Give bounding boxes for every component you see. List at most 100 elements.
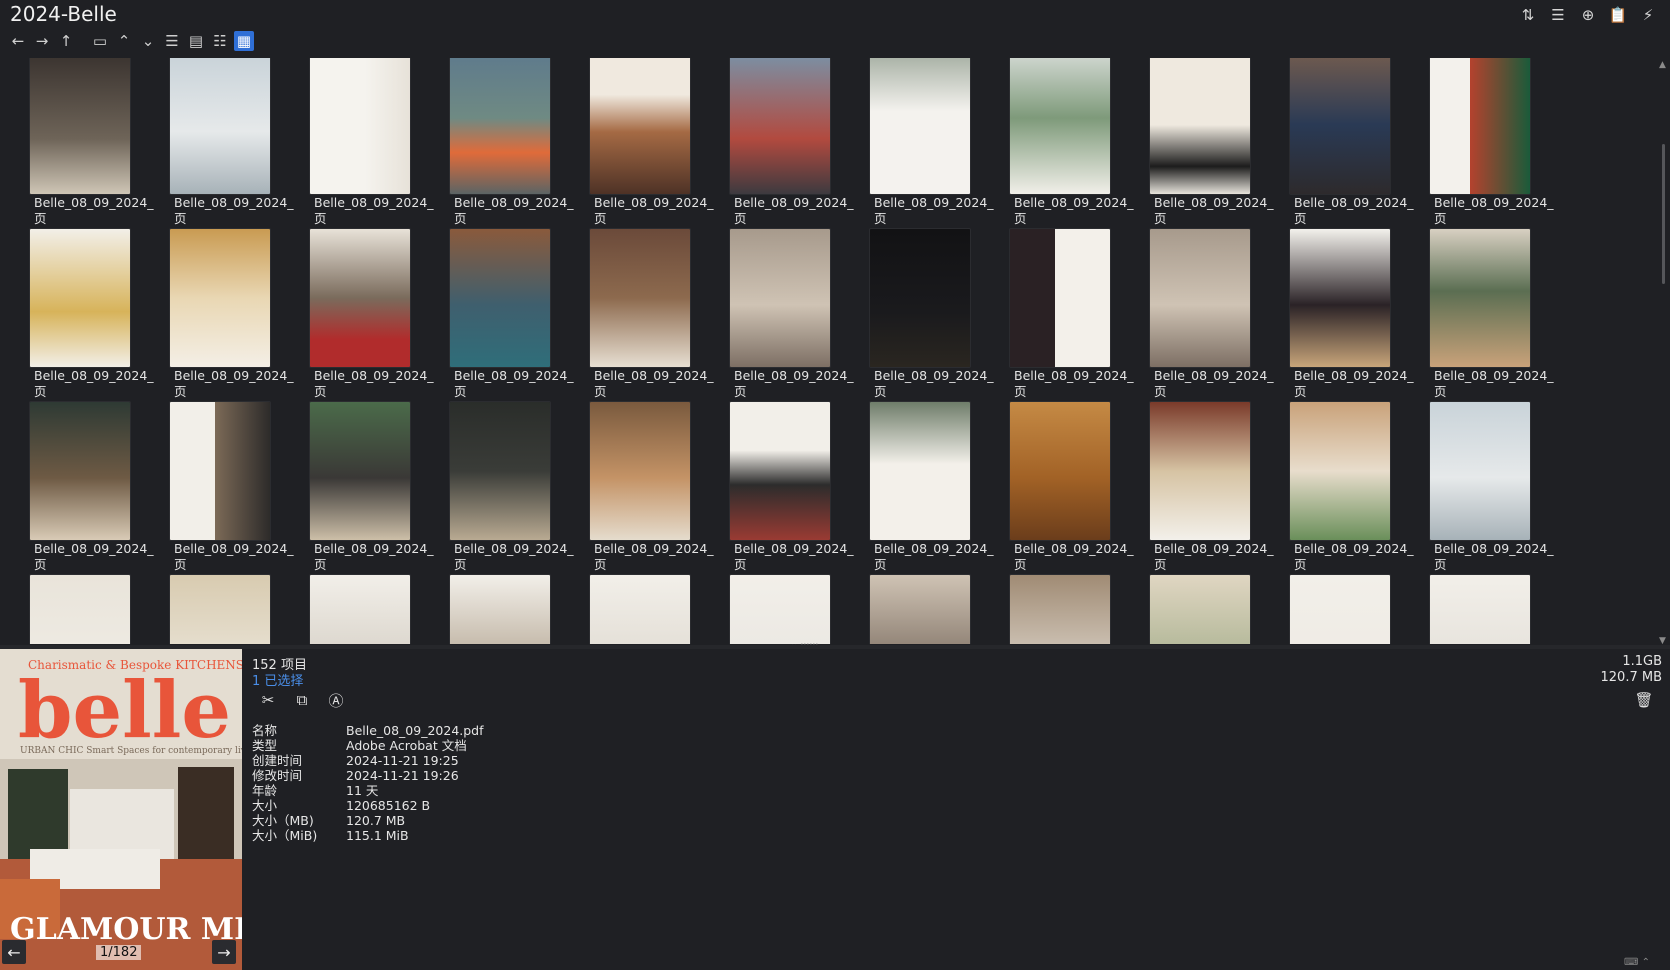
file-thumbnail[interactable] <box>310 402 410 540</box>
file-tile[interactable]: Belle_08_09_2024_页 面_042.png <box>848 402 994 588</box>
file-tile[interactable]: Belle_08_09_2024_页 面_036.png <box>8 402 154 588</box>
file-thumbnail[interactable] <box>450 575 550 644</box>
rename-icon[interactable]: Ⓐ <box>326 690 346 710</box>
file-tile[interactable] <box>1408 575 1548 644</box>
file-tile[interactable] <box>708 575 848 644</box>
sort-icon[interactable]: ⇅ <box>1518 5 1538 25</box>
file-tile[interactable]: Belle_08_09_2024_页 面_035.png <box>1408 229 1554 415</box>
file-tile[interactable]: Belle_08_09_2024_页 面_024.png <box>1408 58 1554 242</box>
file-thumbnail[interactable] <box>730 575 830 644</box>
chevron-up-icon[interactable]: ⌃ <box>114 31 134 51</box>
file-thumbnail[interactable] <box>1150 58 1250 194</box>
clipboard-icon[interactable]: 📋 <box>1608 5 1628 25</box>
file-thumbnail[interactable] <box>590 58 690 194</box>
file-tile[interactable] <box>988 575 1128 644</box>
file-thumbnail[interactable] <box>30 575 130 644</box>
file-tile[interactable] <box>8 575 148 644</box>
file-thumbnail[interactable] <box>310 575 410 644</box>
add-icon[interactable]: ⊕ <box>1578 5 1598 25</box>
file-thumbnail[interactable] <box>590 229 690 367</box>
trash-icon[interactable]: 🗑 <box>1634 690 1654 710</box>
file-thumbnail[interactable] <box>170 575 270 644</box>
file-tile[interactable]: Belle_08_09_2024_页 面_037.png <box>148 402 294 588</box>
view-details-icon[interactable]: ▤ <box>186 31 206 51</box>
file-tile[interactable]: Belle_08_09_2024_页 面_045.png <box>1268 402 1414 588</box>
file-tile[interactable]: Belle_08_09_2024_页 面_014.png <box>8 58 154 242</box>
file-thumbnail[interactable] <box>1150 402 1250 540</box>
file-thumbnail[interactable] <box>30 58 130 194</box>
view-list-icon[interactable]: ☰ <box>162 31 182 51</box>
selected-count[interactable]: 1 已选择 <box>252 670 303 689</box>
file-thumbnail[interactable] <box>170 402 270 540</box>
file-thumbnail[interactable] <box>450 229 550 367</box>
file-tile[interactable]: Belle_08_09_2024_页 面_043.png <box>988 402 1134 588</box>
file-tile[interactable] <box>288 575 428 644</box>
file-tile[interactable]: Belle_08_09_2024_页 面_038.png <box>288 402 434 588</box>
panel-splitter[interactable] <box>0 645 1670 649</box>
file-tile[interactable]: Belle_08_09_2024_页 面_020.png <box>848 58 994 242</box>
scroll-thumb[interactable] <box>1662 144 1665 284</box>
file-thumbnail[interactable] <box>1290 229 1390 367</box>
file-thumbnail[interactable] <box>590 575 690 644</box>
file-tile[interactable]: Belle_08_09_2024_页 面_033.png <box>1128 229 1274 415</box>
file-tile[interactable] <box>148 575 288 644</box>
file-tile[interactable]: Belle_08_09_2024_页 面_044.png <box>1128 402 1274 588</box>
file-thumbnail[interactable] <box>730 402 830 540</box>
file-thumbnail[interactable] <box>310 58 410 194</box>
up-icon[interactable]: ↑ <box>56 31 76 51</box>
file-tile[interactable]: Belle_08_09_2024_页 面_027.png <box>288 229 434 415</box>
file-tile[interactable]: Belle_08_09_2024_页 面_021.png <box>988 58 1134 242</box>
file-thumbnail[interactable] <box>1430 575 1530 644</box>
panel-icon[interactable]: ▭ <box>90 31 110 51</box>
file-tile[interactable] <box>428 575 568 644</box>
cut-icon[interactable]: ✂ <box>258 690 278 710</box>
file-thumbnail[interactable] <box>730 229 830 367</box>
file-thumbnail[interactable] <box>1010 58 1110 194</box>
file-thumbnail[interactable] <box>590 402 690 540</box>
file-tile[interactable]: Belle_08_09_2024_页 面_032.png <box>988 229 1134 415</box>
file-tile[interactable] <box>1268 575 1408 644</box>
forward-icon[interactable]: → <box>32 31 52 51</box>
file-tile[interactable]: Belle_08_09_2024_页 面_040.png <box>568 402 714 588</box>
file-thumbnail[interactable] <box>1010 575 1110 644</box>
file-thumbnail[interactable] <box>30 229 130 367</box>
file-thumbnail[interactable] <box>170 229 270 367</box>
view-tree-icon[interactable]: ☷ <box>210 31 230 51</box>
view-grid-icon[interactable]: ▦ <box>234 31 254 51</box>
file-tile[interactable]: Belle_08_09_2024_页 面_023.png <box>1268 58 1414 242</box>
prev-page-button[interactable]: ← <box>2 940 26 964</box>
chevron-down-icon[interactable]: ⌄ <box>138 31 158 51</box>
file-thumbnail[interactable] <box>310 229 410 367</box>
vertical-scrollbar[interactable]: ▲ ▼ <box>1657 58 1669 648</box>
copy-icon[interactable]: ⧉ <box>292 690 312 710</box>
file-thumbnail[interactable] <box>870 402 970 540</box>
file-tile[interactable]: Belle_08_09_2024_页 面_041.png <box>708 402 854 588</box>
file-thumbnail[interactable] <box>30 402 130 540</box>
file-thumbnail[interactable] <box>870 229 970 367</box>
file-tile[interactable]: Belle_08_09_2024_页 面_028.png <box>428 229 574 415</box>
file-tile[interactable] <box>568 575 708 644</box>
file-tile[interactable]: Belle_08_09_2024_页 面_039.png <box>428 402 574 588</box>
file-tile[interactable]: Belle_08_09_2024_页 面_034.png <box>1268 229 1414 415</box>
file-thumbnail[interactable] <box>870 575 970 644</box>
file-tile[interactable]: Belle_08_09_2024_页 面_029.png <box>568 229 714 415</box>
file-tile[interactable]: Belle_08_09_2024_页 面_017.png <box>428 58 574 242</box>
back-icon[interactable]: ← <box>8 31 28 51</box>
list-icon[interactable]: ☰ <box>1548 5 1568 25</box>
file-thumbnail[interactable] <box>1150 229 1250 367</box>
file-thumbnail[interactable] <box>1290 575 1390 644</box>
file-thumbnail[interactable] <box>730 58 830 194</box>
file-thumbnail[interactable] <box>1150 575 1250 644</box>
file-tile[interactable]: Belle_08_09_2024_页 面_019.png <box>708 58 854 242</box>
file-thumbnail[interactable] <box>1290 402 1390 540</box>
file-tile[interactable]: Belle_08_09_2024_页 面_026.png <box>148 229 294 415</box>
file-tile[interactable]: Belle_08_09_2024_页 面_022.png <box>1128 58 1274 242</box>
file-thumbnail[interactable] <box>450 58 550 194</box>
file-thumbnail[interactable] <box>1430 229 1530 367</box>
file-tile[interactable]: Belle_08_09_2024_页 面_018.png <box>568 58 714 242</box>
file-thumbnail[interactable] <box>1010 402 1110 540</box>
file-tile[interactable]: Belle_08_09_2024_页 面_046.png <box>1408 402 1554 588</box>
file-thumbnail[interactable] <box>1430 58 1530 194</box>
file-thumbnail[interactable] <box>170 58 270 194</box>
file-thumbnail[interactable] <box>1290 58 1390 194</box>
